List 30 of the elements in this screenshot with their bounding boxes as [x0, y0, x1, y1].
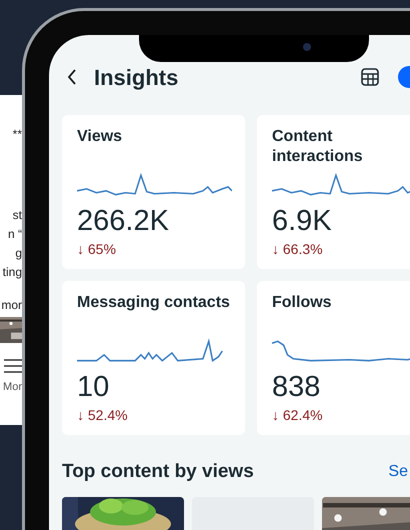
metric-card[interactable]: Content interactions 6.9K ↓ 66.3% — [257, 115, 410, 269]
metric-card[interactable]: Follows 838 ↓ 62.4% — [257, 281, 410, 435]
metric-title: Content interactions — [272, 127, 364, 167]
metric-title: Messaging contacts — [77, 293, 230, 313]
metric-value: 838 — [272, 371, 322, 403]
tab-label[interactable]: Mor — [3, 379, 22, 396]
metric-card[interactable]: Messaging contacts 10 ↓ 52.4% — [62, 281, 245, 435]
change-text: ↓ 66.3% — [272, 240, 324, 259]
metric-card[interactable]: Views 266.2K ↓ 65% — [62, 115, 245, 269]
table-icon[interactable] — [360, 67, 380, 87]
metric-title: Views — [77, 127, 124, 147]
see-all-link[interactable]: Se — [388, 460, 408, 484]
page-title: Insights — [94, 64, 178, 92]
text-fragment: g — [15, 245, 22, 262]
change-text: ↓ 52.4% — [77, 406, 129, 425]
text-fragment: st — [12, 207, 22, 224]
metric-value: 266.2K — [77, 205, 170, 237]
metric-title: Follows — [272, 293, 333, 313]
back-icon[interactable] — [67, 69, 77, 85]
text-fragment: n “ — [8, 226, 22, 243]
section-title: Top content by views — [62, 460, 254, 484]
text-fragment: ** — [12, 126, 22, 143]
text-fragment: ting — [2, 264, 22, 281]
text-fragment: mor — [1, 297, 22, 314]
metric-value: 6.9K — [272, 205, 333, 237]
camera-icon — [303, 42, 311, 50]
menu-icon[interactable] — [4, 359, 22, 373]
metric-value: 10 — [77, 371, 110, 403]
change-text: ↓ 65% — [77, 240, 117, 259]
change-text: ↓ 62.4% — [272, 406, 324, 425]
